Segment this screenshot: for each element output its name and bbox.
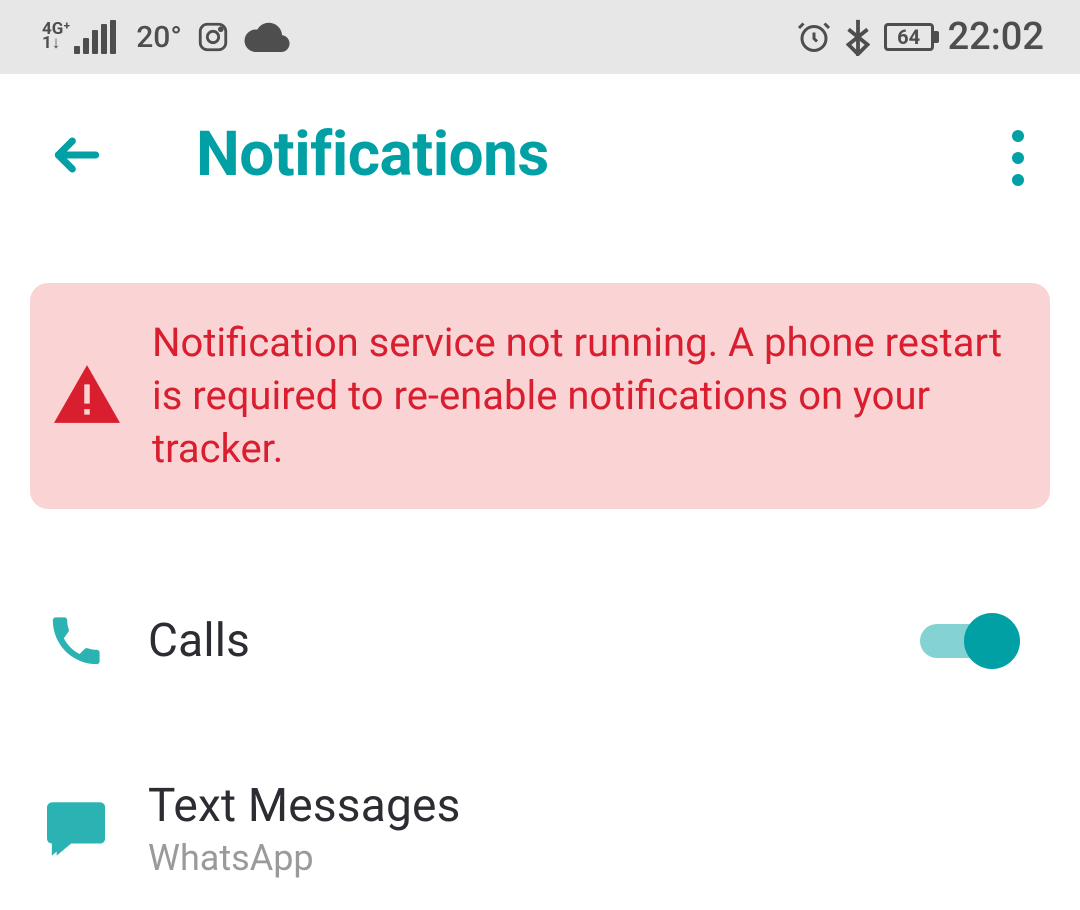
clock: 22:02 [948,15,1044,59]
text-messages-sub: WhatsApp [148,837,1020,879]
warning-banner: Notification service not running. A phon… [30,283,1050,509]
battery-indicator: 64 [884,23,934,51]
warning-icon [54,365,120,427]
page-title: Notifications [196,118,549,191]
status-right: 64 22:02 [796,15,1044,59]
signal-indicator: 4G⁺ 1↓ [42,20,116,54]
battery-level: 64 [897,25,920,49]
network-label-bottom: 1↓ [42,37,70,51]
temperature-indicator: 20° [136,20,182,55]
text-messages-label: Text Messages [148,779,1020,833]
calls-toggle[interactable] [920,613,1020,669]
chat-icon [44,802,108,856]
back-button[interactable] [42,120,112,190]
kebab-dot-icon [1012,130,1024,142]
instagram-icon [196,20,230,54]
list-item-text-messages[interactable]: Text Messages WhatsApp [0,751,1080,907]
alarm-icon [796,19,832,55]
status-bar: 4G⁺ 1↓ 20° [0,0,1080,74]
warning-message: Notification service not running. A phon… [152,317,1016,475]
signal-bars-icon [74,20,116,54]
arrow-left-icon [49,127,105,183]
status-left: 4G⁺ 1↓ 20° [42,20,290,55]
app-header: Notifications [0,74,1080,191]
phone-icon [44,614,108,668]
list-item-calls[interactable]: Calls [0,581,1080,701]
overflow-menu-button[interactable] [1002,120,1034,196]
kebab-dot-icon [1012,152,1024,164]
kebab-dot-icon [1012,174,1024,186]
calls-label: Calls [148,614,880,668]
cloud-icon [244,22,290,52]
bluetooth-icon [846,18,870,56]
settings-list: Calls Text Messages WhatsApp [0,581,1080,907]
